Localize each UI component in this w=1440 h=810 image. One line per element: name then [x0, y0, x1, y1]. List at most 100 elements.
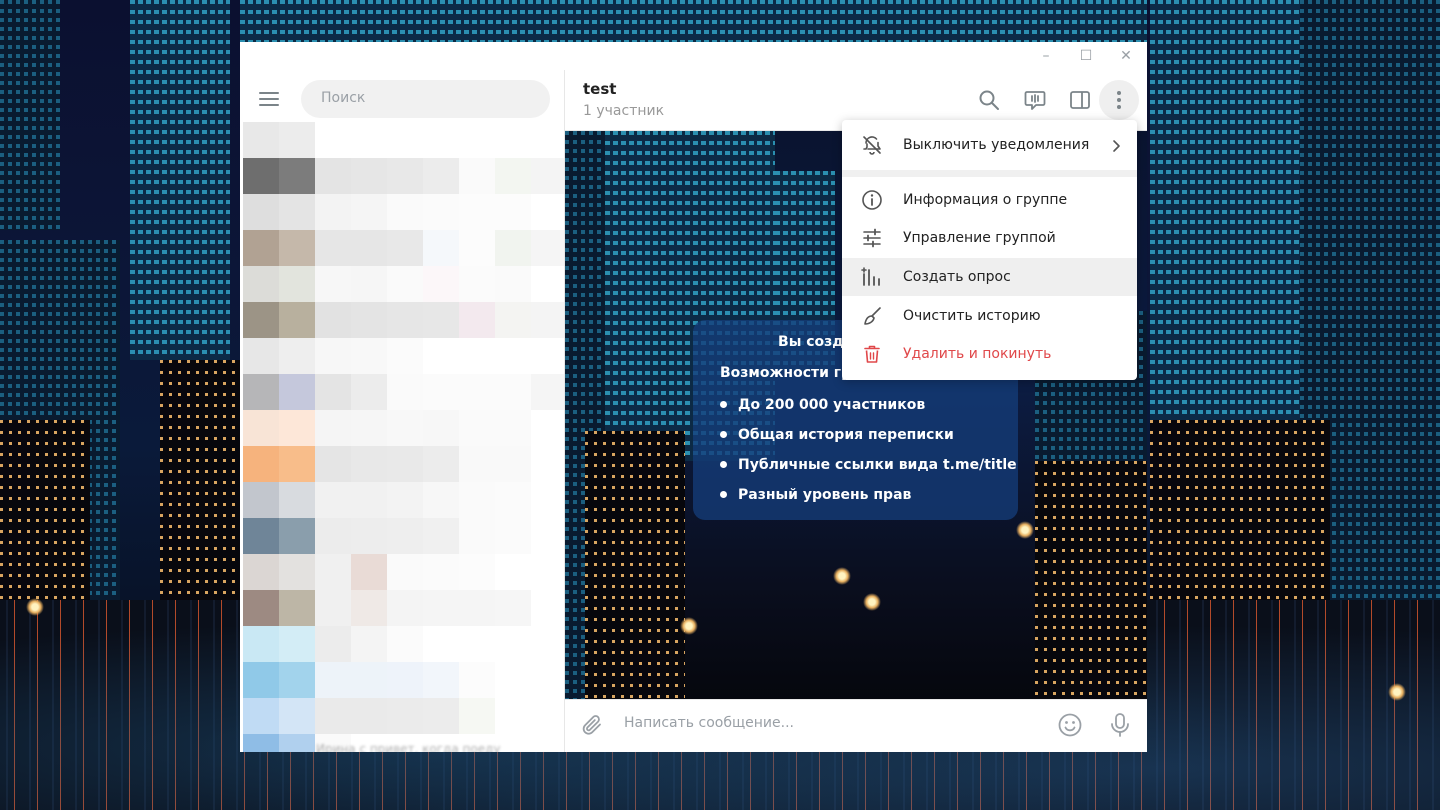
chat-preview-pixel — [531, 302, 564, 338]
chat-preview-pixel — [459, 194, 495, 230]
window-titlebar: – ☐ ✕ — [240, 42, 1147, 70]
chat-avatar-pixel — [279, 734, 315, 752]
chat-avatar-pixel — [243, 482, 279, 518]
chat-list-item[interactable] — [243, 266, 561, 302]
chat-list-item[interactable] — [243, 590, 561, 626]
chat-avatar-pixel — [279, 122, 315, 158]
menu-item-create-poll[interactable]: Создать опрос — [842, 258, 1137, 296]
sliders-icon — [860, 226, 884, 250]
search-box[interactable] — [301, 80, 550, 118]
chat-list-item[interactable] — [243, 374, 564, 410]
chat-preview-pixel — [351, 410, 387, 446]
menu-item-group-info[interactable]: Информация о группе — [842, 181, 1137, 219]
search-icon — [979, 90, 999, 110]
chat-preview-pixel — [459, 446, 495, 482]
menu-item-mute[interactable]: Выключить уведомления — [842, 126, 1137, 164]
chat-preview-pixel — [387, 590, 423, 626]
chat-preview-pixel — [423, 698, 459, 734]
chat-preview-pixel — [387, 698, 423, 734]
message-input[interactable] — [622, 714, 1046, 732]
chat-preview-pixel — [459, 230, 495, 266]
wallpaper-building — [585, 431, 685, 700]
feature-item: До 200 000 участников — [720, 395, 1017, 425]
chat-preview-pixel — [351, 374, 387, 410]
toggle-panel-button[interactable] — [1064, 84, 1096, 116]
chat-avatar-pixel — [243, 554, 279, 590]
voice-message-button[interactable] — [1105, 710, 1135, 740]
chat-avatar-pixel — [279, 302, 315, 338]
chat-avatar-pixel — [279, 518, 315, 554]
chat-preview-pixel — [423, 194, 459, 230]
chat-list-item[interactable] — [243, 482, 561, 518]
chat-preview-pixel — [459, 698, 495, 734]
emoji-button[interactable] — [1055, 710, 1085, 740]
chat-avatar-pixel — [279, 698, 315, 734]
voice-chat-icon — [1024, 91, 1046, 110]
menu-item-clear-history[interactable]: Очистить историю — [842, 297, 1137, 335]
minimize-button[interactable]: – — [1026, 42, 1066, 70]
chat-preview-pixel — [423, 230, 459, 266]
bell-off-icon — [860, 133, 884, 157]
chat-preview-pixel — [423, 266, 459, 302]
chat-avatar-pixel — [279, 230, 315, 266]
chat-avatar-pixel — [279, 590, 315, 626]
chat-list-item[interactable] — [243, 302, 564, 338]
main-menu-button[interactable] — [259, 92, 281, 108]
chat-preview-pixel — [315, 626, 351, 662]
chat-preview-pixel — [459, 662, 495, 698]
more-options-button[interactable] — [1099, 80, 1139, 120]
chat-preview-pixel — [351, 446, 387, 482]
chat-preview-pixel — [459, 410, 495, 446]
chat-preview-pixel — [531, 374, 564, 410]
chat-preview-pixel — [495, 266, 531, 302]
chat-avatar-pixel — [243, 158, 279, 194]
search-chat-button[interactable] — [973, 84, 1005, 116]
menu-item-label: Создать опрос — [903, 269, 1011, 285]
chat-list-item[interactable] — [243, 410, 561, 446]
chat-list-item[interactable] — [243, 230, 564, 266]
maximize-button[interactable]: ☐ — [1066, 42, 1106, 70]
chat-list-item[interactable] — [243, 122, 561, 158]
chat-preview-pixel — [387, 554, 423, 590]
chat-preview-pixel — [495, 230, 531, 266]
chat-list-item[interactable] — [243, 554, 561, 590]
chat-preview-pixel — [423, 302, 459, 338]
chat-avatar-pixel — [243, 122, 279, 158]
microphone-icon — [1111, 713, 1129, 737]
chat-avatar-pixel — [279, 338, 315, 374]
chat-avatar-pixel — [243, 194, 279, 230]
menu-item-manage-group[interactable]: Управление группой — [842, 219, 1137, 257]
chat-list-item[interactable] — [243, 698, 561, 734]
chat-list-item[interactable] — [243, 338, 561, 374]
chat-preview-pixel — [315, 410, 351, 446]
attach-button[interactable] — [577, 710, 607, 740]
minimize-icon: – — [1042, 48, 1050, 64]
close-icon: ✕ — [1120, 48, 1132, 64]
wallpaper-building — [240, 0, 1147, 42]
wallpaper-building — [1035, 461, 1147, 700]
chat-list-item[interactable] — [243, 518, 561, 554]
search-input[interactable] — [319, 89, 523, 107]
chat-options-menu: Выключить уведомления Информация о групп… — [842, 120, 1137, 380]
menu-divider — [842, 170, 1137, 177]
chat-preview-pixel — [459, 158, 495, 194]
chat-preview-pixel — [495, 446, 531, 482]
chat-list-item[interactable] — [243, 158, 564, 194]
chat-preview-pixel — [495, 374, 531, 410]
video-chat-button[interactable] — [1019, 84, 1051, 116]
more-vertical-icon — [1117, 91, 1121, 109]
chat-list-item[interactable] — [243, 446, 561, 482]
chat-preview-pixel — [315, 194, 351, 230]
chat-preview-pixel — [351, 230, 387, 266]
info-icon — [860, 188, 884, 212]
chat-avatar-pixel — [243, 230, 279, 266]
menu-item-delete-and-leave[interactable]: Удалить и покинуть — [842, 335, 1137, 373]
chat-title[interactable]: test — [583, 80, 616, 98]
chat-list-item[interactable] — [243, 662, 561, 698]
chat-avatar-pixel — [243, 266, 279, 302]
chat-list-item[interactable] — [243, 194, 561, 230]
chat-list-item[interactable] — [243, 626, 561, 662]
chat-preview-pixel — [315, 338, 351, 374]
chat-preview-pixel — [423, 518, 459, 554]
close-window-button[interactable]: ✕ — [1106, 42, 1146, 70]
